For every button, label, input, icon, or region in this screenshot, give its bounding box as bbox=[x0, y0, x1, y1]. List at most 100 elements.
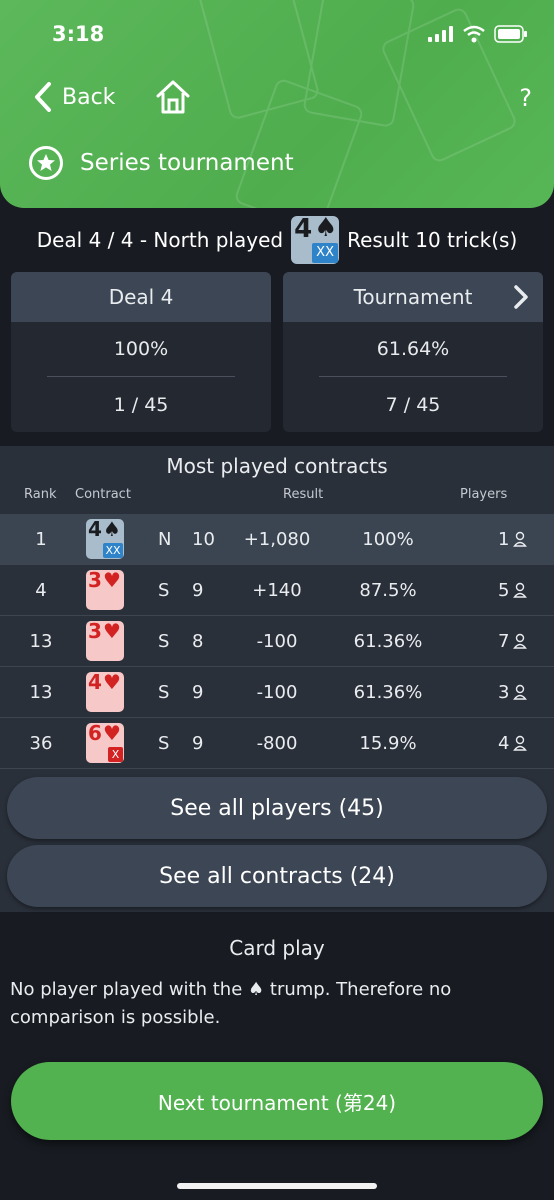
heart-icon: ♥ bbox=[103, 670, 121, 694]
row-players: 1 bbox=[498, 529, 510, 550]
row-tricks: 9 bbox=[192, 682, 204, 703]
card-play-section: Card play No player played with the ♠ tr… bbox=[0, 926, 554, 1046]
row-tricks: 8 bbox=[192, 631, 204, 652]
deal-played-text: Deal 4 / 4 - North played bbox=[36, 228, 284, 252]
column-header-players: Players bbox=[460, 487, 508, 502]
tournament-stats-card[interactable]: Tournament 61.64% 7 / 45 bbox=[283, 272, 543, 432]
wifi-icon bbox=[463, 25, 485, 43]
heart-icon: ♥ bbox=[103, 721, 121, 745]
section-title: Most played contracts bbox=[166, 454, 388, 478]
home-icon[interactable] bbox=[154, 78, 192, 116]
page-title: Series tournament bbox=[80, 150, 294, 176]
contract-card: 4 ♥ bbox=[86, 670, 124, 712]
heart-icon: ♥ bbox=[103, 568, 121, 592]
tournament-percent: 61.64% bbox=[376, 338, 450, 360]
row-percent: 61.36% bbox=[353, 682, 423, 703]
tournament-rank: 7 / 45 bbox=[385, 394, 441, 416]
contract-badge: 4 ♠ XX bbox=[291, 213, 340, 264]
next-tournament-button[interactable]: Next tournament (第24) bbox=[11, 1062, 543, 1140]
tournament-stats-header[interactable]: Tournament bbox=[283, 272, 543, 322]
contract-card: 3 ♥ bbox=[86, 619, 124, 661]
card-play-message-start: No player played with the bbox=[10, 979, 243, 1000]
back-button[interactable]: Back bbox=[34, 82, 115, 112]
deal-stats-header: Deal 4 bbox=[11, 272, 271, 322]
person-icon bbox=[513, 531, 527, 552]
row-rank: 13 bbox=[29, 682, 53, 703]
person-icon bbox=[513, 582, 527, 603]
row-declarer: S bbox=[158, 733, 170, 754]
row-score: -800 bbox=[256, 733, 298, 754]
spade-icon: ♠ bbox=[248, 979, 265, 1000]
double-badge: XX bbox=[103, 543, 123, 558]
table-row[interactable]: 36 6 ♥ X S 9 -800 15.9% 4 bbox=[0, 718, 554, 769]
row-score: +1,080 bbox=[243, 529, 311, 550]
row-declarer: S bbox=[158, 631, 170, 652]
table-row[interactable]: 13 4 ♥ S 9 -100 61.36% 3 bbox=[0, 667, 554, 718]
spade-icon: ♠ bbox=[314, 213, 338, 243]
status-time: 3:18 bbox=[52, 22, 105, 46]
row-players: 5 bbox=[498, 580, 510, 601]
row-percent: 87.5% bbox=[359, 580, 417, 601]
row-rank: 13 bbox=[29, 631, 53, 652]
series-title-row: Series tournament bbox=[28, 145, 294, 181]
heart-icon: ♥ bbox=[103, 619, 121, 643]
deal-stats-card: Deal 4 100% 1 / 45 bbox=[11, 272, 271, 432]
row-players: 4 bbox=[498, 733, 510, 754]
row-players: 7 bbox=[498, 631, 510, 652]
row-declarer: S bbox=[158, 580, 170, 601]
chevron-left-icon bbox=[35, 82, 51, 112]
help-button[interactable]: ? bbox=[519, 84, 532, 112]
stats-panels: Deal 4 100% 1 / 45 Tournament 61.64% 7 /… bbox=[11, 272, 543, 432]
row-rank: 36 bbox=[29, 733, 53, 754]
person-icon bbox=[513, 684, 527, 705]
row-score: -100 bbox=[256, 682, 298, 703]
divider bbox=[319, 376, 507, 377]
deal-percent: 100% bbox=[113, 338, 169, 360]
row-rank: 1 bbox=[35, 529, 47, 550]
deal-summary: Deal 4 / 4 - North played 4 ♠ XX Result … bbox=[0, 213, 554, 266]
table-row[interactable]: 13 3 ♥ S 8 -100 61.36% 7 bbox=[0, 616, 554, 667]
table-row[interactable]: 1 4 ♠ XX N 10 +1,080 100% 1 bbox=[0, 514, 554, 565]
contract-level: 3 bbox=[88, 619, 102, 643]
row-declarer: S bbox=[158, 682, 170, 703]
contract-level: 6 bbox=[88, 721, 102, 745]
contract-card: 3 ♥ bbox=[86, 568, 124, 610]
row-players: 3 bbox=[498, 682, 510, 703]
signal-icon bbox=[428, 26, 453, 42]
contract-level: 4 bbox=[88, 670, 102, 694]
table-row[interactable]: 4 3 ♥ S 9 +140 87.5% 5 bbox=[0, 565, 554, 616]
chevron-right-icon bbox=[514, 285, 528, 309]
most-played-contracts-section: Most played contracts Rank Contract Resu… bbox=[0, 446, 554, 912]
double-badge: X bbox=[108, 747, 123, 762]
divider bbox=[47, 376, 235, 377]
row-score: -100 bbox=[256, 631, 298, 652]
contract-card: 4 ♠ XX bbox=[86, 517, 124, 559]
row-declarer: N bbox=[158, 529, 172, 550]
deal-result-text: Result 10 trick(s) bbox=[347, 228, 518, 252]
status-icons bbox=[428, 24, 528, 44]
see-all-contracts-button[interactable]: See all contracts (24) bbox=[7, 845, 547, 907]
contract-level: 4 bbox=[294, 214, 313, 244]
home-indicator bbox=[177, 1183, 377, 1189]
back-label: Back bbox=[62, 84, 116, 110]
deal-stats-title: Deal 4 bbox=[108, 285, 174, 309]
row-percent: 15.9% bbox=[359, 733, 417, 754]
person-icon bbox=[513, 633, 527, 654]
star-circle-icon bbox=[29, 146, 63, 180]
tournament-stats-title: Tournament bbox=[353, 285, 473, 309]
spade-icon: ♠ bbox=[103, 517, 121, 541]
card-play-message: No player played with the ♠ trump. There… bbox=[10, 976, 544, 1032]
row-tricks: 10 bbox=[192, 529, 215, 550]
battery-icon bbox=[494, 25, 527, 43]
nav-bar: Back ? bbox=[0, 76, 554, 124]
deal-rank: 1 / 45 bbox=[113, 394, 169, 416]
row-tricks: 9 bbox=[192, 733, 204, 754]
column-header-rank: Rank bbox=[24, 487, 57, 502]
see-all-players-button[interactable]: See all players (45) bbox=[7, 777, 547, 839]
redouble-badge: XX bbox=[312, 243, 339, 263]
header-banner: 3:18 Back ? Series tournament bbox=[0, 0, 554, 208]
column-header-contract: Contract bbox=[75, 487, 131, 502]
row-percent: 100% bbox=[362, 529, 414, 550]
column-header-result: Result bbox=[283, 487, 324, 502]
row-rank: 4 bbox=[35, 580, 47, 601]
